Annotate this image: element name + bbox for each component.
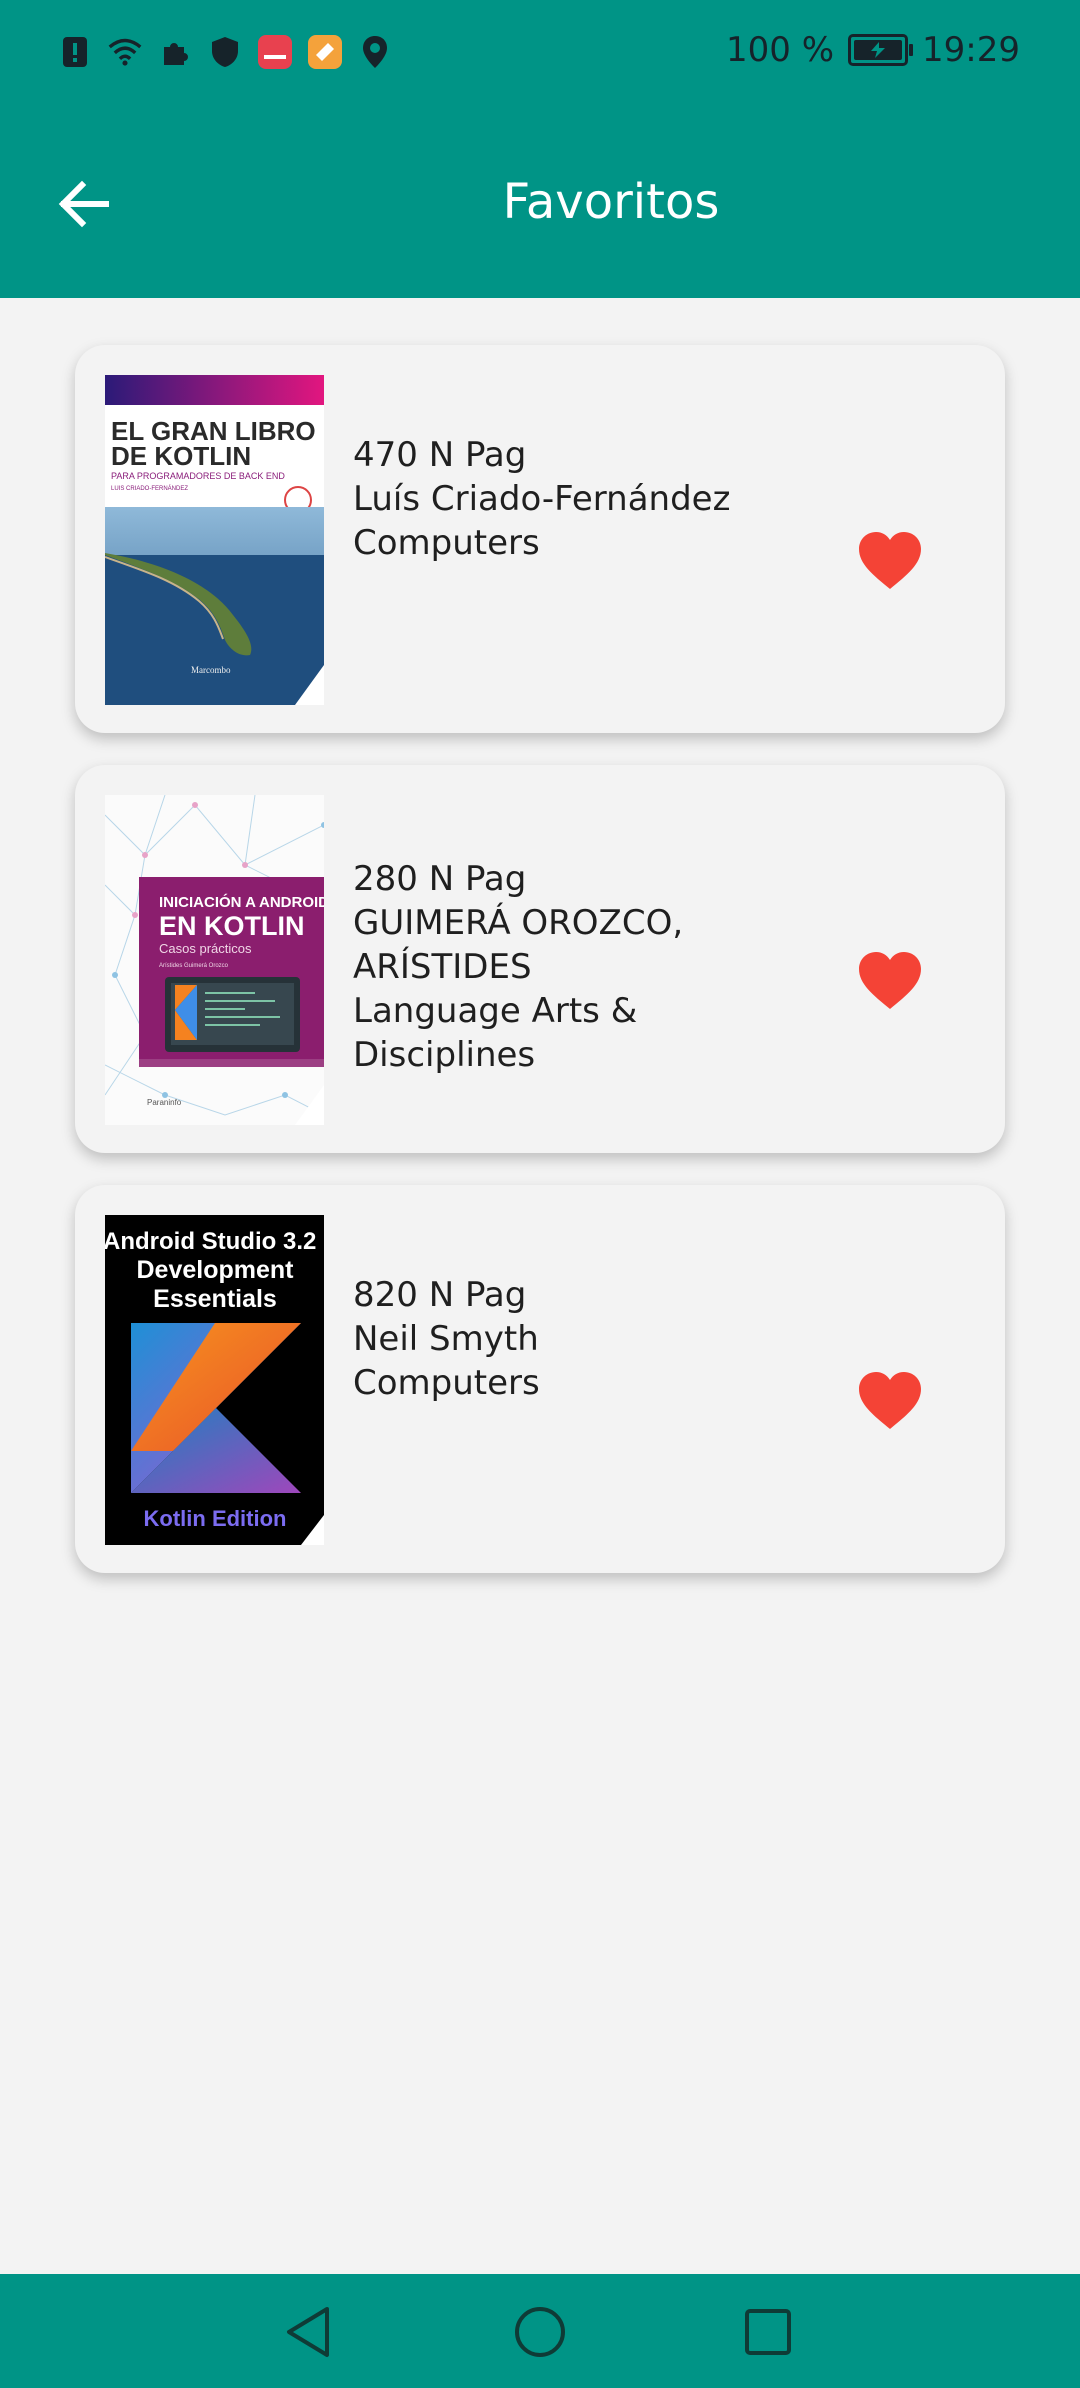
cover-title-1: Android Studio 3.2 [105,1228,316,1255]
recents-square-icon [745,2309,791,2355]
huawei-app-icon [258,34,292,70]
alert-icon [58,34,92,70]
status-right: 100 % 19:29 [726,30,1020,70]
book-pages: 820 N Pag [353,1275,527,1315]
cover-author: Arístides Guimerá Orozco [159,963,229,969]
nav-recents-button[interactable] [738,2302,798,2362]
battery-icon [848,34,914,66]
cover-author: LUIS CRIADO-FERNÁNDEZ [111,485,188,492]
book-card[interactable]: INICIACIÓN A ANDROID EN KOTLIN Casos prá… [75,765,1005,1153]
book-card[interactable]: EL GRAN LIBRO DE KOTLIN PARA PROGRAMADOR… [75,345,1005,733]
cover-publisher: Marcombo [191,665,231,675]
orange-app-icon [308,34,342,70]
cover-title-1: INICIACIÓN A ANDROID [159,893,324,911]
book-pages: 470 N Pag [353,435,527,475]
shield-icon [208,34,242,70]
status-icons [58,34,392,70]
book-info: 820 N Pag Neil Smyth Computers [353,1273,783,1405]
nav-back-button[interactable] [278,2302,338,2362]
book-cover: Android Studio 3.2 Development Essential… [105,1215,324,1545]
book-info: 280 N Pag GUIMERÁ OROZCO, ARÍSTIDES Lang… [353,857,783,1077]
book-info: 470 N Pag Luís Criado-Fernández Computer… [353,433,783,565]
clock: 19:29 [922,30,1020,70]
location-icon [358,34,392,70]
book-category: Computers [353,523,540,563]
cover-subtitle: PARA PROGRAMADORES DE BACK END [111,471,285,481]
battery-text: 100 % [726,30,835,70]
cover-subtitle: Casos prácticos [159,941,252,956]
cover-title-2: Development [137,1256,295,1284]
book-cover: INICIACIÓN A ANDROID EN KOTLIN Casos prá… [105,795,324,1125]
book-author: Luís Criado-Fernández [353,479,731,519]
status-bar: 100 % 19:29 [0,0,1080,108]
app-bar: 100 % 19:29 Favoritos [0,0,1080,298]
page-title: Favoritos [502,174,720,230]
book-author: GUIMERÁ OROZCO, ARÍSTIDES [353,903,684,987]
cover-edition: Kotlin Edition [144,1506,287,1531]
nav-home-button[interactable] [510,2302,570,2362]
cover-title-2: EN KOTLIN [159,911,305,941]
heart-icon[interactable] [857,1371,923,1431]
book-author: Neil Smyth [353,1319,539,1359]
cover-title-3: Essentials [153,1285,277,1313]
book-pages: 280 N Pag [353,859,527,899]
book-cover: EL GRAN LIBRO DE KOTLIN PARA PROGRAMADOR… [105,375,324,705]
book-card[interactable]: Android Studio 3.2 Development Essential… [75,1185,1005,1573]
book-category: Computers [353,1363,540,1403]
heart-icon[interactable] [857,531,923,591]
wifi-icon [108,34,142,70]
back-triangle-icon [287,2307,329,2357]
system-nav-bar [0,2274,1080,2388]
cover-title-2: DE KOTLIN [111,441,251,471]
heart-icon[interactable] [857,951,923,1011]
book-category: Language Arts & Disciplines [353,991,638,1075]
cover-publisher: Paraninfo [147,1098,182,1107]
home-circle-icon [515,2307,565,2357]
puzzle-icon [158,34,192,70]
